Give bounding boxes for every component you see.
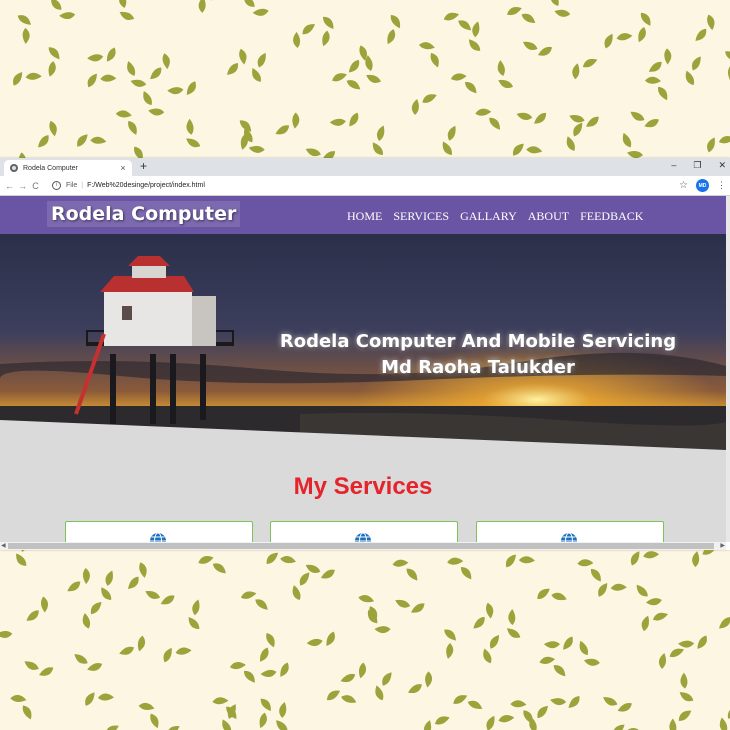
reload-icon[interactable]: C	[29, 181, 42, 191]
service-card[interactable]	[270, 521, 458, 542]
window-controls: – ❐ ✕	[671, 160, 726, 171]
scroll-right-icon[interactable]: ▶	[720, 542, 725, 549]
leaf-pattern-top	[0, 0, 730, 158]
scroll-thumb[interactable]	[8, 543, 714, 549]
site-logo[interactable]: Rodela Computer	[47, 201, 241, 227]
nav-about[interactable]: ABOUT	[528, 209, 569, 224]
horizontal-scrollbar[interactable]: ◀ ▶	[0, 542, 726, 550]
file-label: File	[66, 182, 78, 189]
site-header: Rodela Computer HOME SERVICES GALLARY AB…	[0, 196, 726, 234]
favicon-icon	[10, 164, 18, 172]
vertical-scrollbar[interactable]	[726, 196, 730, 542]
nav-home[interactable]: HOME	[347, 209, 382, 224]
hero-title: Rodela Computer And Mobile Servicing	[279, 331, 677, 352]
service-card[interactable]	[476, 521, 664, 542]
forward-icon[interactable]: →	[16, 181, 29, 191]
profile-avatar[interactable]: MD	[696, 179, 709, 192]
leaf-pattern-bottom	[0, 550, 730, 730]
url-text[interactable]: F:/Web%20desinge/project/index.html	[87, 182, 205, 189]
scroll-left-icon[interactable]: ◀	[1, 542, 6, 549]
minimize-button[interactable]: –	[671, 160, 676, 171]
service-card[interactable]	[65, 521, 253, 542]
globe-icon	[148, 531, 168, 542]
restore-button[interactable]: ❐	[693, 160, 701, 171]
globe-icon	[353, 531, 373, 542]
bookmark-star-icon[interactable]: ☆	[679, 180, 688, 191]
site-nav: HOME SERVICES GALLARY ABOUT FEEDBACK	[347, 209, 643, 224]
close-window-button[interactable]: ✕	[718, 160, 726, 171]
new-tab-button[interactable]: +	[140, 159, 147, 173]
tab-bar: Rodela Computer × + – ❐ ✕	[0, 158, 730, 176]
url-separator: |	[81, 182, 84, 189]
nav-feedback[interactable]: FEEDBACK	[580, 209, 643, 224]
nav-gallary[interactable]: GALLARY	[460, 209, 517, 224]
url-field[interactable]: i File | F:/Web%20desinge/project/index.…	[52, 181, 205, 190]
nav-services[interactable]: SERVICES	[393, 209, 449, 224]
hero-banner: Rodela Computer And Mobile Servicing Md …	[0, 234, 726, 452]
info-icon[interactable]: i	[52, 181, 61, 190]
hero-subtitle: Md Raoha Talukder	[381, 357, 575, 378]
menu-dots-icon[interactable]: ⋮	[717, 180, 726, 191]
services-heading: My Services	[293, 473, 433, 500]
browser-tab[interactable]: Rodela Computer ×	[4, 160, 132, 176]
globe-icon	[559, 531, 579, 542]
browser-window: Rodela Computer × + – ❐ ✕ ← → C i File |…	[0, 158, 730, 550]
address-bar: ← → C i File | F:/Web%20desinge/project/…	[0, 176, 730, 196]
tab-close-icon[interactable]: ×	[118, 163, 128, 173]
tab-title: Rodela Computer	[23, 164, 78, 172]
back-icon[interactable]: ←	[3, 181, 16, 191]
webpage: Rodela Computer HOME SERVICES GALLARY AB…	[0, 196, 726, 542]
